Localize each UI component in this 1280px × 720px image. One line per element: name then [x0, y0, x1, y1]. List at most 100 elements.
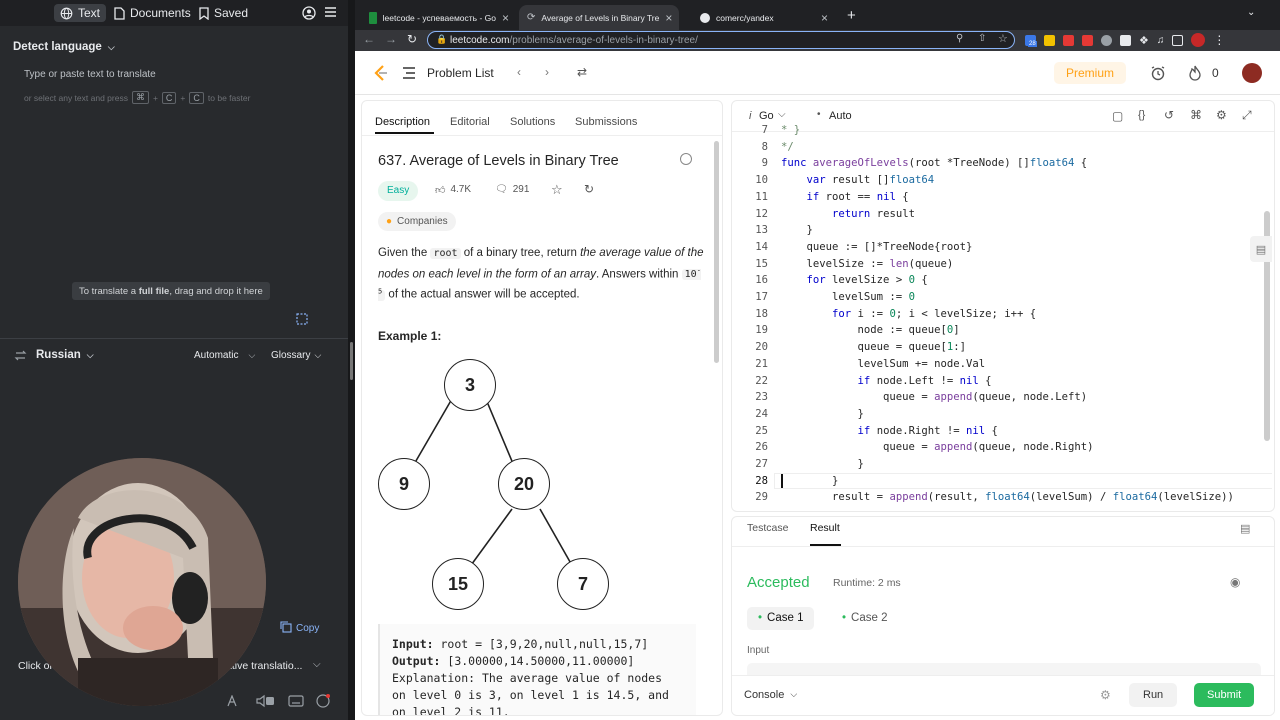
line-number: 8: [761, 140, 768, 153]
submit-button[interactable]: Submit: [1194, 683, 1255, 707]
menu-icon[interactable]: [324, 6, 337, 18]
tab-search-icon[interactable]: ⌄: [1247, 7, 1255, 18]
settings-icon[interactable]: [680, 153, 692, 165]
share-icon[interactable]: ↻: [584, 182, 594, 196]
pass-dot-icon: •: [758, 612, 763, 624]
shortcut-icon[interactable]: ⌘: [1190, 108, 1202, 122]
extension-icon[interactable]: [1063, 34, 1074, 46]
extension-badge: 28: [1028, 40, 1037, 47]
close-icon[interactable]: ×: [821, 11, 828, 25]
extension-icon[interactable]: [1120, 34, 1131, 46]
line-number: 21: [755, 357, 768, 370]
star-icon[interactable]: ☆: [998, 32, 1008, 45]
tab-text[interactable]: Text: [54, 4, 107, 22]
reset-icon[interactable]: ↺: [1164, 108, 1174, 122]
sidebar-icon[interactable]: [1172, 34, 1184, 46]
line-number: 17: [755, 291, 768, 303]
url-field[interactable]: 🔒 leetcode.com/problems/average-of-level…: [427, 31, 1015, 49]
alarm-icon[interactable]: [1150, 65, 1166, 81]
tab-saved[interactable]: Saved: [199, 4, 248, 22]
next-problem-icon[interactable]: ›: [545, 65, 549, 79]
premium-button[interactable]: Premium: [1054, 62, 1127, 84]
notes-icon[interactable]: ▤: [1250, 236, 1272, 262]
autocomplete-mode[interactable]: Auto: [829, 110, 852, 122]
keyboard-icon[interactable]: [288, 695, 304, 707]
code-area[interactable]: 7 8 9 10 11 12 13 14 15 16 17 18 19 20 21 22 23 24 25 26 27 2…: [732, 122, 1272, 511]
user-avatar[interactable]: [1242, 63, 1262, 83]
swap-languages-icon[interactable]: [14, 349, 27, 362]
star-icon[interactable]: ☆: [551, 182, 563, 198]
tab-documents[interactable]: Documents: [114, 4, 191, 22]
tab-result[interactable]: Result: [810, 522, 840, 534]
fullscreen-icon[interactable]: ⤢: [1242, 108, 1252, 123]
font-icon[interactable]: [227, 695, 241, 707]
panel-divider[interactable]: [348, 0, 355, 720]
account-icon[interactable]: [302, 6, 316, 20]
browser-tab-active[interactable]: ⟳ Average of Levels in Binary Tre ×: [519, 5, 679, 30]
source-text-input[interactable]: Type or paste text to translate: [24, 69, 156, 80]
help-icon[interactable]: [316, 694, 330, 708]
kbd-c: C: [161, 91, 177, 104]
fire-icon[interactable]: [1189, 65, 1202, 81]
puzzle-icon[interactable]: ❖: [1139, 34, 1149, 47]
browser-tab[interactable]: leetcode - успеваемость - Go ×: [361, 5, 517, 30]
share-icon[interactable]: ⇧: [978, 33, 986, 44]
tab-submissions[interactable]: Submissions: [575, 116, 637, 128]
collapse-icon[interactable]: ▤: [1240, 522, 1250, 535]
bookmark-icon[interactable]: ▢: [1112, 109, 1123, 123]
like-button[interactable]: 👍︎ 4.7K: [435, 184, 471, 196]
shuffle-icon[interactable]: ⇄: [577, 65, 587, 79]
close-icon[interactable]: ×: [665, 11, 672, 25]
file-drop-hint: To translate a full file, drag and drop …: [72, 282, 270, 300]
tab-solutions[interactable]: Solutions: [510, 116, 555, 128]
gear-icon[interactable]: ⚙: [1216, 108, 1227, 122]
tab-description[interactable]: Description: [375, 116, 430, 128]
chevron-down-icon[interactable]: ⌵: [313, 659, 321, 670]
media-icon[interactable]: ♫: [1157, 35, 1165, 46]
comments-button[interactable]: 🗨︎ 291: [495, 184, 529, 195]
speaker-icon[interactable]: [255, 694, 275, 708]
companies-tag[interactable]: ● Companies: [378, 212, 456, 231]
close-icon[interactable]: ×: [502, 11, 509, 25]
problem-list-link[interactable]: Problem List: [427, 66, 494, 80]
line-number: 14: [755, 240, 768, 253]
zoom-icon[interactable]: ⚲: [956, 33, 963, 44]
back-icon[interactable]: ←: [363, 32, 375, 46]
extension-icon[interactable]: [1101, 34, 1112, 46]
forward-icon[interactable]: →: [385, 32, 397, 46]
debug-icon[interactable]: ⚙: [1100, 688, 1111, 702]
chevron-down-icon[interactable]: ⌵: [778, 109, 786, 120]
console-toggle[interactable]: Console ⌵: [744, 689, 797, 701]
scrollbar[interactable]: [714, 141, 719, 363]
extension-icon[interactable]: [1044, 34, 1055, 46]
source-language-select[interactable]: Detect language ⌵: [13, 41, 115, 53]
select-area-icon[interactable]: [296, 313, 308, 325]
list-icon[interactable]: [402, 67, 416, 79]
glossary-select[interactable]: Glossary ⌵: [271, 350, 321, 361]
file-hint-bold: full file: [138, 285, 170, 297]
extension-icon[interactable]: [1082, 34, 1093, 46]
prev-problem-icon[interactable]: ‹: [517, 65, 521, 79]
chevron-down-icon: ⌵: [248, 350, 256, 360]
browser-tab[interactable]: comerc/yandex ×: [682, 5, 836, 30]
profile-avatar[interactable]: [1191, 33, 1206, 47]
copy-button[interactable]: Copy: [280, 621, 319, 636]
extension-icon[interactable]: 28: [1025, 34, 1037, 47]
code-editor-panel: i Go ⌵ • Auto ▢ {} ↺ ⌘ ⚙ ⤢ 7 8 9 10 11 12 13 14…: [731, 100, 1275, 512]
tab-editorial[interactable]: Editorial: [450, 116, 490, 128]
line-number: 27: [755, 458, 768, 470]
language-select[interactable]: Go: [759, 110, 774, 122]
run-button[interactable]: Run: [1129, 683, 1178, 707]
case-2-tab[interactable]: • Case 2: [839, 607, 890, 630]
more-icon[interactable]: ⋮: [1213, 33, 1225, 47]
tab-testcase[interactable]: Testcase: [747, 522, 788, 534]
eye-icon[interactable]: ◉: [1230, 575, 1240, 589]
braces-icon[interactable]: {}: [1138, 109, 1145, 121]
case-1-tab[interactable]: • Case 1: [747, 607, 815, 630]
leetcode-logo-icon[interactable]: [372, 64, 389, 82]
target-language-select[interactable]: Russian ⌵: [36, 349, 94, 361]
reload-icon[interactable]: ↻: [407, 32, 417, 46]
new-tab-icon[interactable]: +: [847, 7, 856, 24]
formality-select[interactable]: Automatic ⌵: [194, 350, 255, 361]
sheets-icon: [369, 11, 377, 24]
